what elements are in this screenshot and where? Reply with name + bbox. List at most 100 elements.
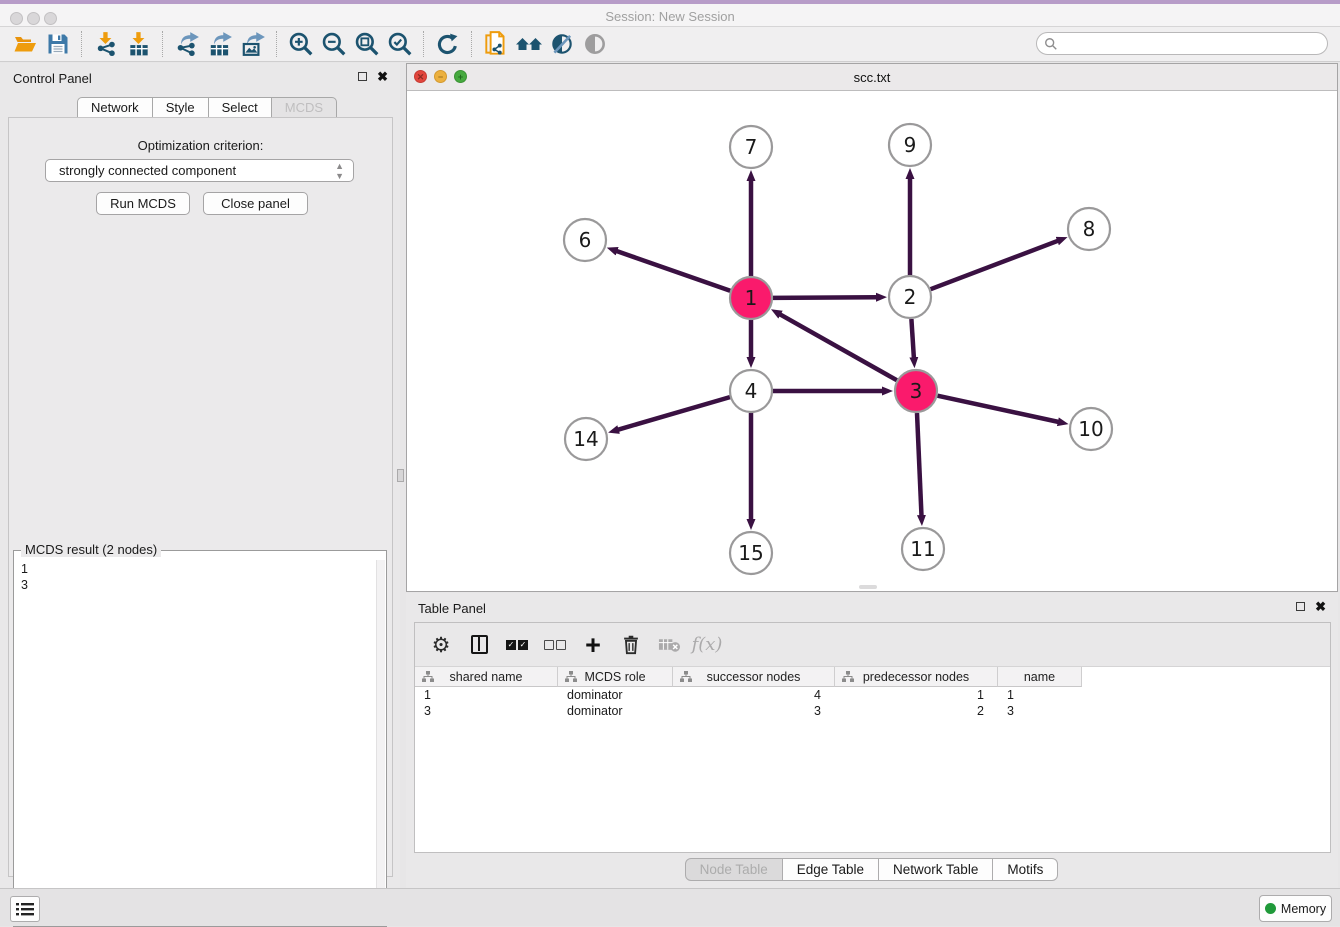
tab-style[interactable]: Style	[152, 97, 209, 118]
deselect-all-button[interactable]	[540, 630, 570, 660]
column-header-mcds-role[interactable]: MCDS role	[558, 667, 673, 687]
close-table-panel-icon[interactable]: ✖	[1315, 599, 1326, 615]
cell-mcds-role[interactable]: dominator	[558, 703, 673, 719]
graph-node-3[interactable]: 3	[895, 370, 937, 412]
toolbar-separator	[162, 31, 163, 57]
function-builder-button[interactable]: f(x)	[692, 630, 722, 660]
add-column-button[interactable]: +	[578, 630, 608, 660]
graph-edge-3-11[interactable]	[917, 413, 922, 516]
tab-select[interactable]: Select	[208, 97, 272, 118]
control-panel-tabs: Network Style Select MCDS	[78, 97, 337, 118]
gear-icon: ⚙	[432, 633, 451, 657]
cell-mcds-role[interactable]: dominator	[558, 687, 673, 703]
search-field[interactable]	[1036, 32, 1328, 55]
cell-name[interactable]: 1	[998, 687, 1082, 703]
table-row[interactable]: 3 dominator 3 2 3	[415, 703, 1330, 719]
close-panel-icon[interactable]: ✖	[377, 69, 388, 85]
column-header-successor-nodes[interactable]: successor nodes	[673, 667, 835, 687]
import-network-button[interactable]	[89, 29, 122, 60]
cell-shared-name[interactable]: 3	[415, 703, 558, 719]
column-header-name[interactable]: name	[998, 667, 1082, 687]
table-settings-button[interactable]: ⚙	[426, 630, 456, 660]
graph-edge-1-6[interactable]	[616, 251, 730, 291]
tab-edge-table[interactable]: Edge Table	[782, 858, 879, 881]
graph-edge-2-3[interactable]	[911, 319, 914, 358]
toolbar-separator	[471, 31, 472, 57]
tab-motifs[interactable]: Motifs	[992, 858, 1058, 881]
memory-button[interactable]: Memory	[1259, 895, 1332, 922]
export-network-icon	[174, 31, 200, 57]
graph-node-14[interactable]: 14	[565, 418, 607, 460]
cell-successor-nodes[interactable]: 4	[673, 687, 835, 703]
mcds-result-text[interactable]: 1 3	[21, 561, 372, 924]
mcds-result-box: MCDS result (2 nodes) 1 3	[13, 550, 387, 927]
graph-edge-3-1[interactable]	[780, 314, 897, 380]
close-panel-button[interactable]: Close panel	[203, 192, 308, 215]
zoom-fit-button[interactable]	[350, 29, 383, 60]
toolbar-separator	[423, 31, 424, 57]
graph-node-7[interactable]: 7	[730, 126, 772, 168]
cell-name[interactable]: 3	[998, 703, 1082, 719]
cell-successor-nodes[interactable]: 3	[673, 703, 835, 719]
criterion-select[interactable]: strongly connected component ▲▼	[45, 159, 354, 182]
column-header-shared-name[interactable]: shared name	[415, 667, 558, 687]
graph-node-11[interactable]: 11	[902, 528, 944, 570]
zoom-selected-icon	[387, 31, 413, 57]
open-session-button[interactable]	[8, 29, 41, 60]
tab-mcds[interactable]: MCDS	[271, 97, 337, 118]
graph-node-4[interactable]: 4	[730, 370, 772, 412]
tab-network[interactable]: Network	[77, 97, 153, 118]
float-panel-icon[interactable]	[358, 72, 367, 81]
save-session-button[interactable]	[41, 29, 74, 60]
cell-predecessor-nodes[interactable]: 2	[835, 703, 998, 719]
export-network-button[interactable]	[170, 29, 203, 60]
zoom-out-button[interactable]	[317, 29, 350, 60]
delete-column-button[interactable]	[616, 630, 646, 660]
graph-node-15[interactable]: 15	[730, 532, 772, 574]
graph-edge-2-8[interactable]	[931, 241, 1059, 290]
home-button[interactable]	[512, 29, 545, 60]
task-history-button[interactable]	[10, 896, 40, 922]
graph-node-9[interactable]: 9	[889, 124, 931, 166]
svg-text:10: 10	[1078, 417, 1103, 441]
graph-node-8[interactable]: 8	[1068, 208, 1110, 250]
show-details-button[interactable]	[578, 29, 611, 60]
export-image-button[interactable]	[236, 29, 269, 60]
svg-text:6: 6	[579, 228, 592, 252]
graph-edge-3-10[interactable]	[938, 396, 1059, 422]
graph-node-10[interactable]: 10	[1070, 408, 1112, 450]
tab-network-table[interactable]: Network Table	[878, 858, 993, 881]
cell-predecessor-nodes[interactable]: 1	[835, 687, 998, 703]
graph-node-6[interactable]: 6	[564, 219, 606, 261]
select-stepper-icon: ▲▼	[335, 161, 344, 181]
import-table-button[interactable]	[122, 29, 155, 60]
zoom-selected-button[interactable]	[383, 29, 416, 60]
clone-network-button[interactable]	[479, 29, 512, 60]
graph-node-1[interactable]: 1	[730, 277, 772, 319]
network-window-titlebar[interactable]: ✕ − + scc.txt	[407, 64, 1337, 91]
float-table-panel-icon[interactable]	[1296, 602, 1305, 611]
apply-layout-button[interactable]	[431, 29, 464, 60]
cell-shared-name[interactable]: 1	[415, 687, 558, 703]
graph-edge-1-2[interactable]	[773, 297, 877, 298]
graph-node-2[interactable]: 2	[889, 276, 931, 318]
run-mcds-button[interactable]: Run MCDS	[96, 192, 190, 215]
search-input[interactable]	[1062, 35, 1327, 53]
select-all-button[interactable]: ✓✓	[502, 630, 532, 660]
graph-edge-4-14[interactable]	[618, 397, 730, 430]
network-canvas[interactable]: 7 9 6 8 1 2 4 3 14 10 15 11	[407, 91, 1337, 591]
export-table-button[interactable]	[203, 29, 236, 60]
zoom-in-button[interactable]	[284, 29, 317, 60]
column-header-predecessor-nodes[interactable]: predecessor nodes	[835, 667, 998, 687]
panel-divider-handle[interactable]	[397, 469, 404, 482]
table-row[interactable]: 1 dominator 4 1 1	[415, 687, 1330, 703]
column-layout-button[interactable]	[464, 630, 494, 660]
result-scrollbar[interactable]	[376, 560, 385, 925]
svg-text:15: 15	[738, 541, 763, 565]
hide-details-button[interactable]	[545, 29, 578, 60]
control-panel-header: Control Panel ✖	[0, 63, 400, 89]
tab-node-table[interactable]: Node Table	[685, 858, 783, 881]
delete-table-button[interactable]	[654, 630, 684, 660]
toolbar-separator	[276, 31, 277, 57]
network-hscroll-handle[interactable]	[859, 585, 877, 589]
